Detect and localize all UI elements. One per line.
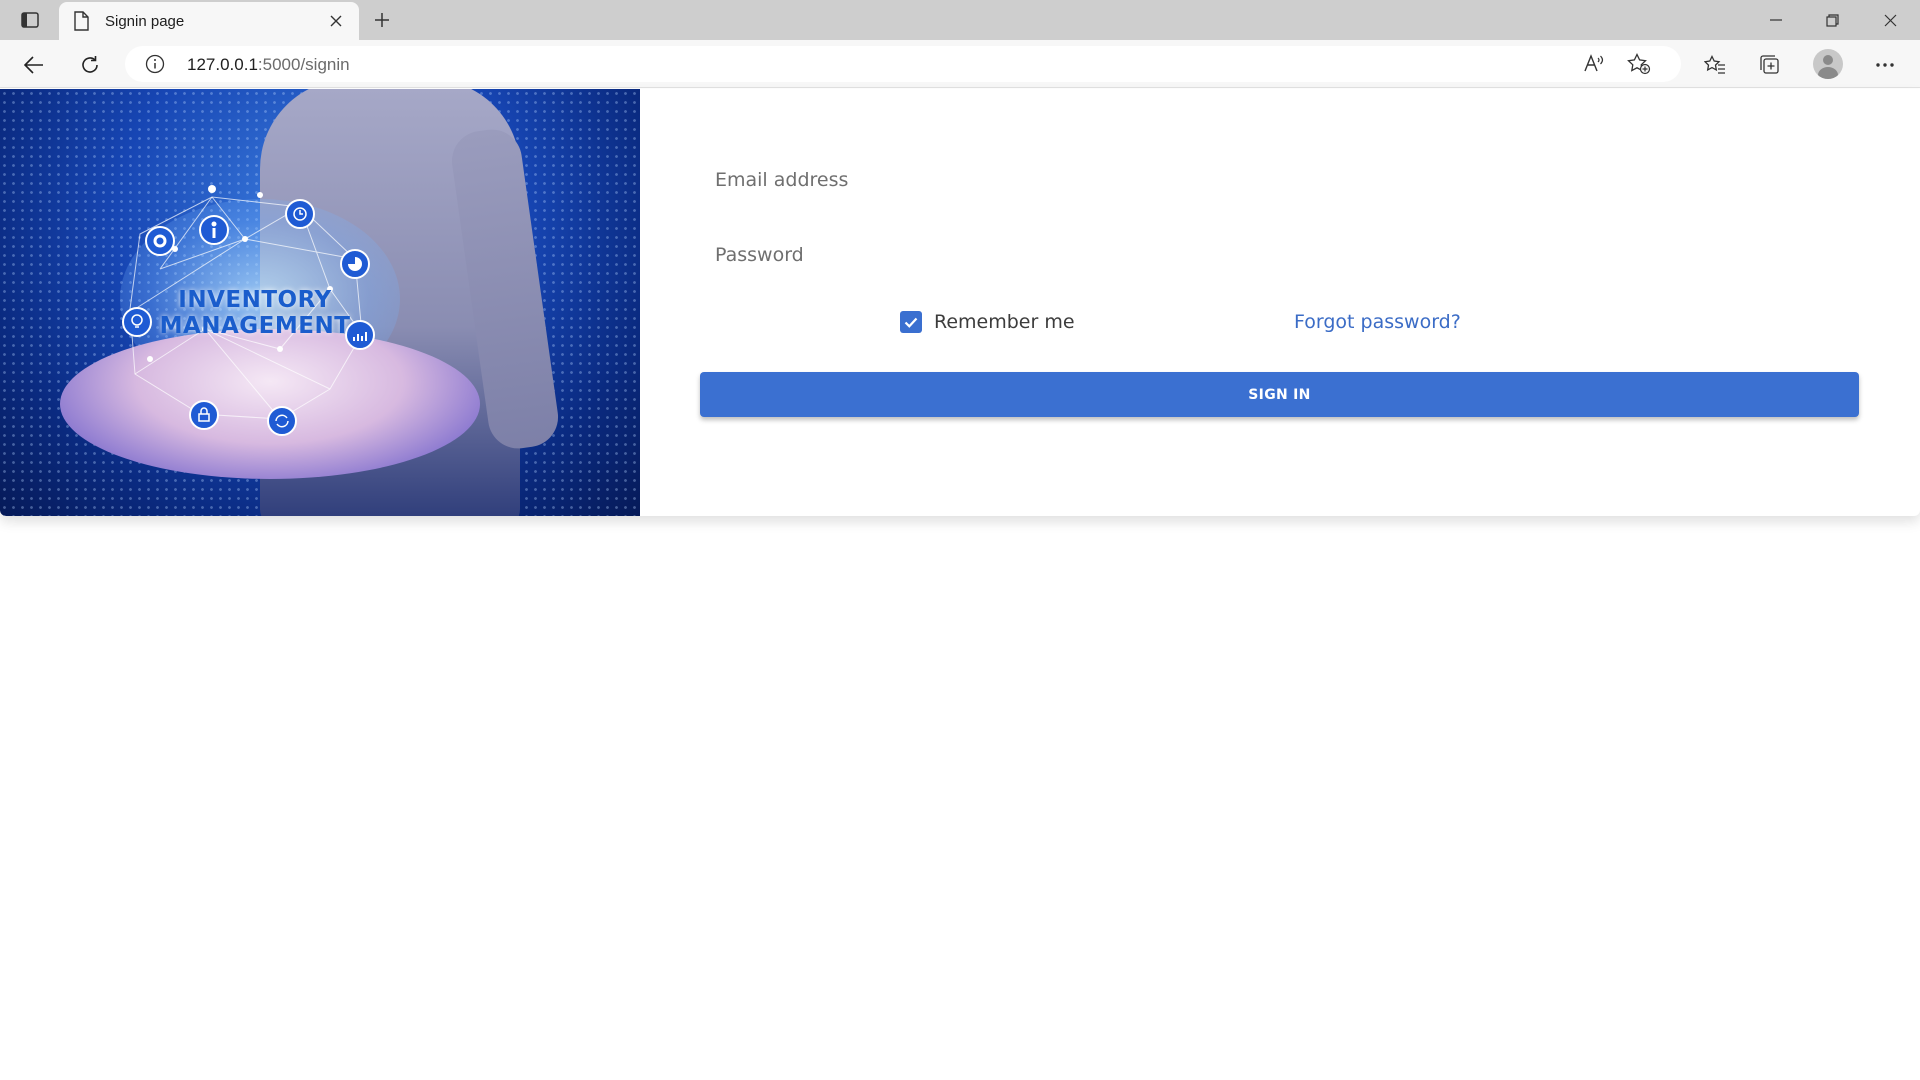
gear-icon xyxy=(145,226,175,256)
email-field[interactable] xyxy=(700,158,1860,202)
lock-icon xyxy=(189,400,219,430)
password-field[interactable] xyxy=(700,233,1860,277)
signin-card: INVENTORY MANAGEMENT Remember me Forgot … xyxy=(0,89,1920,516)
close-window-icon[interactable] xyxy=(1868,6,1912,34)
inventory-management-image: INVENTORY MANAGEMENT xyxy=(0,89,640,516)
sign-in-button[interactable]: SIGN IN xyxy=(700,372,1859,417)
clock-icon xyxy=(285,199,315,229)
close-tab-icon[interactable] xyxy=(325,10,347,32)
address-bar[interactable]: 127.0.0.1:5000/signin xyxy=(125,46,1681,82)
sync-icon xyxy=(267,406,297,436)
url-path: :5000/signin xyxy=(257,55,350,74)
back-arrow-icon[interactable] xyxy=(19,50,49,80)
remember-me-checkbox[interactable] xyxy=(900,311,922,333)
collections-icon[interactable] xyxy=(1755,50,1785,80)
favorites-icon[interactable] xyxy=(1700,50,1730,80)
new-tab-icon[interactable] xyxy=(368,6,396,34)
add-favorite-icon[interactable] xyxy=(1627,53,1651,80)
site-info-icon[interactable] xyxy=(145,54,165,79)
forgot-password-link[interactable]: Forgot password? xyxy=(1294,311,1461,333)
page-icon xyxy=(73,11,89,36)
url-text: 127.0.0.1:5000/signin xyxy=(187,55,350,75)
signin-form: Remember me Forgot password? SIGN IN xyxy=(640,89,1920,516)
url-host: 127.0.0.1 xyxy=(187,55,258,74)
avatar-head xyxy=(1823,55,1833,65)
page-content: INVENTORY MANAGEMENT Remember me Forgot … xyxy=(0,89,1920,1080)
profile-avatar[interactable] xyxy=(1813,49,1843,79)
remember-me-option[interactable]: Remember me xyxy=(900,311,1075,333)
pie-chart-icon xyxy=(340,249,370,279)
hero-title: INVENTORY MANAGEMENT xyxy=(150,287,360,339)
hero-title-line1: INVENTORY xyxy=(178,287,332,313)
avatar-body xyxy=(1818,67,1838,79)
refresh-icon[interactable] xyxy=(75,50,105,80)
read-aloud-icon[interactable] xyxy=(1583,53,1605,80)
more-options-icon[interactable] xyxy=(1870,50,1900,80)
remember-me-label: Remember me xyxy=(934,311,1075,333)
restore-icon[interactable] xyxy=(1810,6,1854,34)
minimize-icon[interactable] xyxy=(1754,6,1798,34)
check-icon xyxy=(904,317,918,328)
hero-title-line2: MANAGEMENT xyxy=(159,313,351,339)
browser-tab-active[interactable]: Signin page xyxy=(59,2,359,40)
tab-title: Signin page xyxy=(105,13,185,30)
person-icon xyxy=(199,215,229,245)
browser-toolbar: 127.0.0.1:5000/signin xyxy=(0,40,1920,88)
tab-actions-icon[interactable] xyxy=(16,8,44,32)
browser-tab-strip: Signin page xyxy=(0,0,1920,40)
lightbulb-icon xyxy=(122,307,152,337)
